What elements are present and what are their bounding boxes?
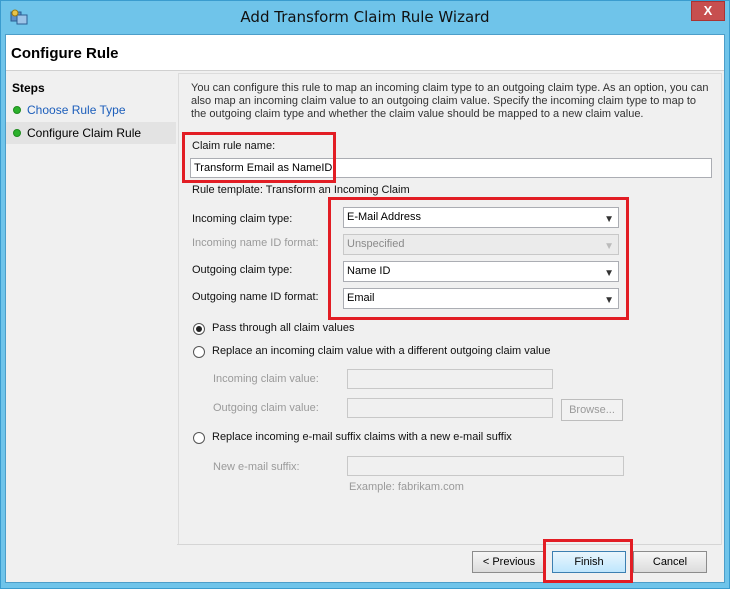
finish-button[interactable]: Finish: [552, 551, 626, 573]
outgoing-name-id-format-label: Outgoing name ID format:: [192, 291, 319, 303]
new-email-suffix-label: New e-mail suffix:: [213, 461, 300, 473]
step-label: Configure Claim Rule: [27, 126, 142, 140]
select-value: Unspecified: [347, 238, 405, 250]
outgoing-claim-value-label: Outgoing claim value:: [213, 402, 319, 414]
chevron-down-icon: ▼: [604, 241, 614, 252]
title-bar[interactable]: Add Transform Claim Rule Wizard X: [1, 1, 729, 34]
select-value: Email: [347, 292, 375, 304]
example-text: Example: fabrikam.com: [349, 481, 464, 493]
steps-title: Steps: [12, 81, 45, 95]
select-value: E-Mail Address: [347, 211, 421, 223]
previous-button[interactable]: < Previous: [472, 551, 546, 573]
rule-description: You can configure this rule to map an in…: [191, 82, 709, 120]
incoming-claim-type-label: Incoming claim type:: [192, 213, 293, 225]
rule-template-text: Rule template: Transform an Incoming Cla…: [192, 184, 410, 196]
outgoing-claim-value-input: [347, 398, 553, 418]
incoming-claim-value-input: [347, 369, 553, 389]
replace-suffix-radio[interactable]: [193, 432, 205, 444]
step-choose-rule-type[interactable]: Choose Rule Type: [6, 99, 176, 121]
pass-through-radio[interactable]: [193, 323, 205, 335]
incoming-claim-type-select[interactable]: E-Mail Address ▼: [343, 207, 619, 228]
new-email-suffix-input: [347, 456, 624, 476]
pass-through-label[interactable]: Pass through all claim values: [212, 322, 354, 334]
chevron-down-icon: ▼: [604, 295, 614, 306]
window-title: Add Transform Claim Rule Wizard: [240, 8, 490, 26]
wizard-window: Add Transform Claim Rule Wizard X Config…: [0, 0, 730, 589]
replace-value-label[interactable]: Replace an incoming claim value with a d…: [212, 345, 551, 357]
claim-rule-name-input[interactable]: Transform Email as NameID: [190, 158, 712, 178]
steps-panel: Steps Choose Rule Type Configure Claim R…: [6, 73, 176, 582]
step-current-icon: [13, 129, 21, 137]
claim-rule-name-label: Claim rule name:: [192, 140, 276, 152]
step-label: Choose Rule Type: [27, 103, 126, 117]
browse-button: Browse...: [561, 399, 623, 421]
chevron-down-icon: ▼: [604, 214, 614, 225]
replace-value-radio[interactable]: [193, 346, 205, 358]
incoming-name-id-format-select: Unspecified ▼: [343, 234, 619, 255]
select-value: Name ID: [347, 265, 391, 277]
incoming-claim-value-label: Incoming claim value:: [213, 373, 319, 385]
replace-suffix-label[interactable]: Replace incoming e-mail suffix claims wi…: [212, 431, 512, 443]
chevron-down-icon: ▼: [604, 268, 614, 279]
step-complete-icon: [13, 106, 21, 114]
incoming-name-id-format-label: Incoming name ID format:: [192, 237, 319, 249]
outgoing-claim-type-select[interactable]: Name ID ▼: [343, 261, 619, 282]
footer-divider: [177, 544, 721, 545]
page-header: Configure Rule: [6, 35, 724, 71]
page-title: Configure Rule: [11, 45, 119, 62]
dialog-client-area: Configure Rule Steps Choose Rule Type Co…: [5, 34, 725, 583]
cancel-button[interactable]: Cancel: [633, 551, 707, 573]
step-configure-claim-rule[interactable]: Configure Claim Rule: [6, 122, 176, 144]
configure-rule-panel: You can configure this rule to map an in…: [178, 73, 722, 545]
outgoing-name-id-format-select[interactable]: Email ▼: [343, 288, 619, 309]
close-button[interactable]: X: [691, 1, 725, 21]
outgoing-claim-type-label: Outgoing claim type:: [192, 264, 293, 276]
